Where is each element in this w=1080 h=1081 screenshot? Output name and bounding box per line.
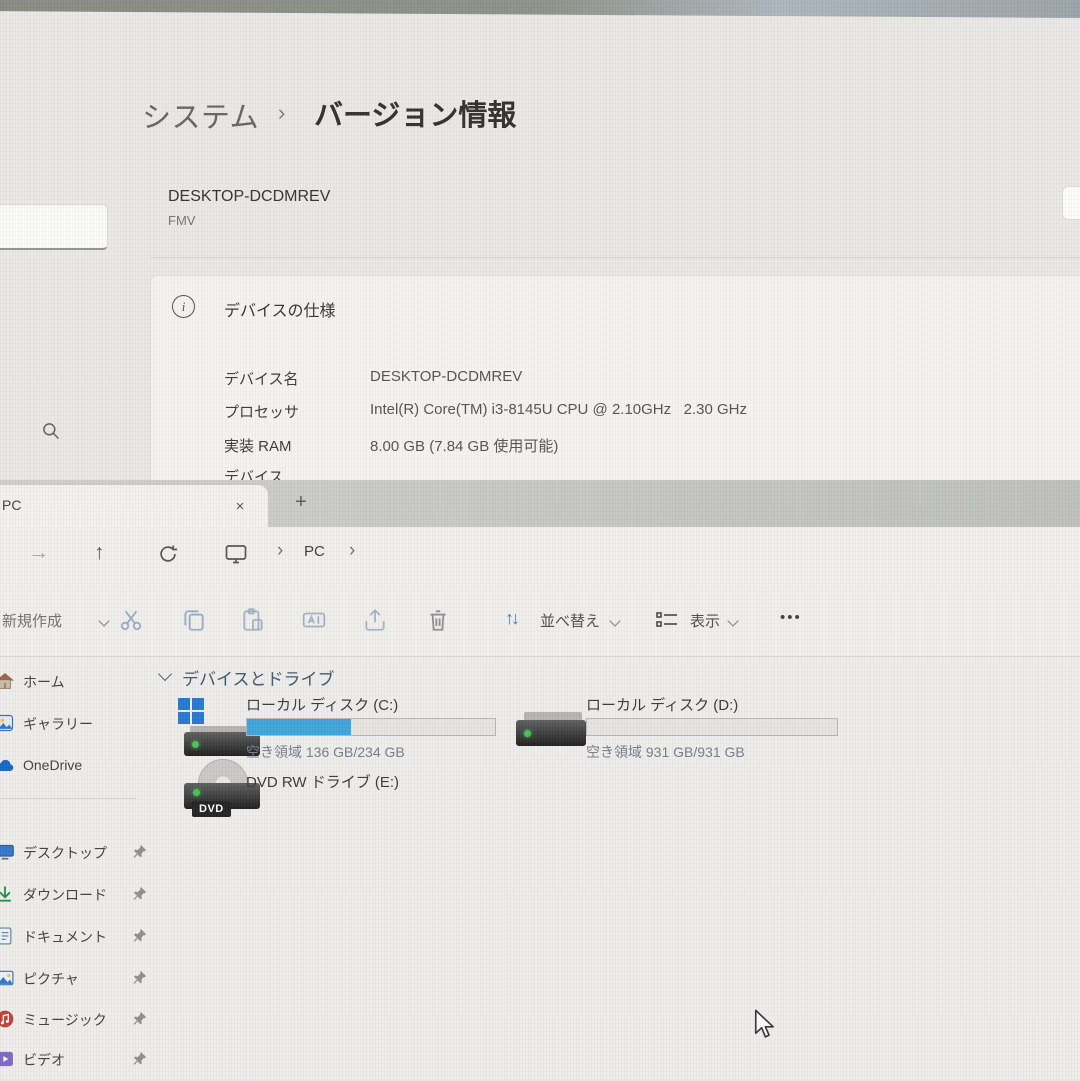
chevron-down-icon <box>609 615 620 626</box>
sidebar-item-label: ドキュメント <box>23 927 107 947</box>
downloads-icon <box>0 884 15 904</box>
spec-label-ram: 実装 RAM <box>224 435 364 456</box>
device-model: FMV <box>168 213 195 228</box>
sort-icon: ↑↓ <box>505 608 517 629</box>
settings-search-input[interactable] <box>0 204 108 250</box>
spec-value-processor: Intel(R) Core(TM) i3-8145U CPU @ 2.10GHz… <box>370 401 747 418</box>
pin-icon <box>132 970 147 985</box>
gallery-icon <box>0 713 15 733</box>
sidebar-item-label: ピクチャ <box>23 969 79 989</box>
this-pc-icon[interactable] <box>224 543 248 565</box>
rename-pc-button-partial[interactable] <box>1062 186 1080 220</box>
divider <box>150 257 1080 258</box>
drive-item-d[interactable]: ローカル ディスク (D:) 空き領域 931 GB/931 GB <box>508 692 858 764</box>
sidebar-item-home[interactable]: ホーム <box>0 669 152 703</box>
view-icon <box>655 610 679 630</box>
pin-icon <box>132 1051 147 1066</box>
windows-logo-icon <box>178 698 204 724</box>
capacity-bar <box>246 718 496 736</box>
tab-title: PC <box>2 497 21 513</box>
videos-icon <box>0 1049 15 1069</box>
sidebar-item-onedrive[interactable]: OneDrive <box>0 754 152 788</box>
chevron-down-icon <box>727 615 738 626</box>
group-header-devices-and-drives[interactable]: デバイスとドライブ <box>182 665 335 690</box>
specs-card-title: デバイスの仕様 <box>224 297 336 321</box>
pin-icon <box>132 844 147 859</box>
sidebar-item-pictures[interactable]: ピクチャ <box>0 966 152 1000</box>
explorer-window: PC × + → ↑ › PC › 新規作成 <box>0 480 1080 1080</box>
sidebar-item-label: ギャラリー <box>23 714 93 734</box>
sidebar-item-label: OneDrive <box>23 757 82 773</box>
sidebar-item-label: ダウンロード <box>23 885 107 905</box>
dvd-badge: DVD <box>192 801 231 817</box>
forward-icon[interactable]: → <box>28 541 49 565</box>
sort-button[interactable]: 並べ替え <box>540 610 600 631</box>
info-icon: i <box>172 295 195 318</box>
sidebar-item-label: デスクトップ <box>23 843 107 863</box>
sidebar-item-desktop[interactable]: デスクトップ <box>0 840 152 874</box>
up-icon[interactable]: ↑ <box>94 541 105 565</box>
spec-value-device-name: DESKTOP-DCDMREV <box>370 368 522 385</box>
paste-icon[interactable] <box>240 607 266 633</box>
breadcrumb-separator: › <box>278 100 285 126</box>
new-button[interactable]: 新規作成 <box>2 610 62 631</box>
drive-name: ローカル ディスク (C:) <box>246 694 398 715</box>
device-name-header: DESKTOP-DCDMREV <box>168 188 330 206</box>
sidebar-item-music[interactable]: ミュージック <box>0 1007 152 1041</box>
more-options-button[interactable]: ••• <box>780 609 802 626</box>
breadcrumb-system[interactable]: システム <box>142 94 259 136</box>
chevron-down-icon <box>98 615 109 626</box>
explorer-nav-bar: → ↑ › PC › <box>0 527 1080 585</box>
breadcrumb-chevron-icon: › <box>277 540 283 562</box>
free-space-text: 空き領域 931 GB/931 GB <box>586 742 745 762</box>
music-icon <box>0 1009 15 1029</box>
drive-item-e-dvd[interactable]: DVD DVD RW ドライブ (E:) <box>168 775 518 845</box>
pin-icon <box>132 928 147 943</box>
view-button[interactable]: 表示 <box>690 610 720 631</box>
copy-icon[interactable] <box>181 607 207 633</box>
sidebar-item-gallery[interactable]: ギャラリー <box>0 711 152 745</box>
chevron-down-icon[interactable] <box>158 667 172 681</box>
delete-icon[interactable] <box>425 607 451 633</box>
drive-name: DVD RW ドライブ (E:) <box>246 771 399 792</box>
drive-item-c[interactable]: ローカル ディスク (C:) 空き領域 136 GB/234 GB <box>168 692 518 764</box>
new-tab-icon[interactable]: + <box>288 489 314 515</box>
home-icon <box>0 671 15 691</box>
share-icon[interactable] <box>362 607 388 633</box>
tab-close-icon[interactable]: × <box>228 494 252 518</box>
spec-label-processor: プロセッサ <box>224 401 364 422</box>
desktop-icon <box>0 842 15 862</box>
rename-icon[interactable] <box>301 607 327 633</box>
sidebar-item-label: ビデオ <box>23 1050 65 1070</box>
refresh-icon[interactable] <box>157 543 179 565</box>
cut-icon[interactable] <box>118 607 144 633</box>
page-title-about: バージョン情報 <box>314 92 516 134</box>
sidebar-item-videos[interactable]: ビデオ <box>0 1047 152 1081</box>
explorer-toolbar: 新規作成 ↑↓ 並べ替え 表示 ••• <box>0 585 1080 657</box>
sidebar-item-label: ミュージック <box>23 1010 107 1030</box>
tab-pc[interactable]: PC × <box>0 485 268 527</box>
pictures-icon <box>0 968 15 988</box>
onedrive-cloud-icon <box>0 756 15 776</box>
free-space-text: 空き領域 136 GB/234 GB <box>246 742 405 762</box>
spec-value-ram: 8.00 GB (7.84 GB 使用可能) <box>370 435 558 456</box>
breadcrumb-pc[interactable]: PC <box>304 543 325 560</box>
explorer-tab-bar: PC × + <box>0 480 1080 527</box>
hdd-icon <box>516 720 586 746</box>
sidebar-item-label: ホーム <box>23 672 65 692</box>
search-icon <box>41 421 61 441</box>
sidebar-item-documents[interactable]: ドキュメント <box>0 924 152 958</box>
pin-icon <box>132 886 147 901</box>
mouse-cursor <box>753 1008 775 1042</box>
documents-icon <box>0 926 15 946</box>
sidebar-divider <box>0 798 136 799</box>
sidebar-item-downloads[interactable]: ダウンロード <box>0 882 152 916</box>
capacity-bar <box>586 718 838 736</box>
breadcrumb-chevron-icon[interactable]: › <box>349 540 355 562</box>
drive-name: ローカル ディスク (D:) <box>586 694 738 715</box>
spec-label-device-name: デバイス名 <box>224 368 364 389</box>
settings-window: システム › バージョン情報 DESKTOP-DCDMREV FMV i デバイ… <box>0 0 1080 480</box>
pin-icon <box>132 1011 147 1026</box>
